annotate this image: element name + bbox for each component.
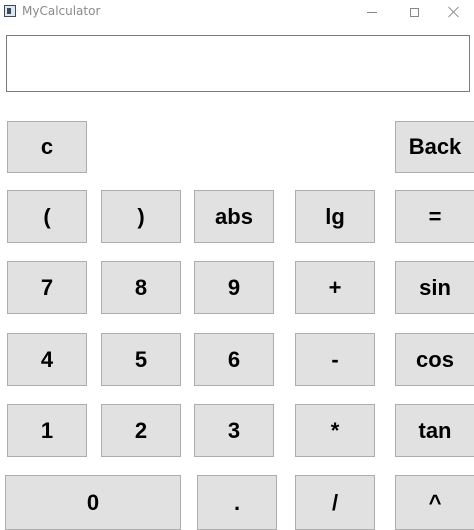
minimize-button[interactable] [352,0,392,24]
two-button[interactable]: 2 [101,404,181,457]
close-paren-button[interactable]: ) [101,190,181,243]
eight-button[interactable]: 8 [101,261,181,314]
divide-button[interactable]: / [295,475,375,530]
zero-button[interactable]: 0 [5,475,181,530]
maximize-button[interactable] [394,0,434,24]
open-paren-button[interactable]: ( [7,190,87,243]
minus-button[interactable]: - [295,333,375,386]
multiply-button[interactable]: * [295,404,375,457]
cos-button[interactable]: cos [395,333,474,386]
power-button[interactable]: ^ [395,475,474,530]
seven-button[interactable]: 7 [7,261,87,314]
minimize-icon [367,12,377,13]
window-title: MyCalculator [22,4,101,18]
nine-button[interactable]: 9 [194,261,274,314]
decimal-point-button[interactable]: . [197,475,277,530]
app-icon [4,5,16,17]
tan-button[interactable]: tan [395,404,474,457]
abs-button[interactable]: abs [194,190,274,243]
close-button[interactable] [434,0,474,24]
one-button[interactable]: 1 [7,404,87,457]
title-bar[interactable]: MyCalculator [0,0,474,24]
three-button[interactable]: 3 [194,404,274,457]
equals-button[interactable]: = [395,190,474,243]
six-button[interactable]: 6 [194,333,274,386]
sin-button[interactable]: sin [395,261,474,314]
close-icon [448,6,460,18]
back-button[interactable]: Back [395,121,474,173]
lg-button[interactable]: lg [295,190,375,243]
calculator-display[interactable] [6,35,470,92]
clear-button[interactable]: c [7,121,87,173]
plus-button[interactable]: + [295,261,375,314]
five-button[interactable]: 5 [101,333,181,386]
four-button[interactable]: 4 [7,333,87,386]
maximize-icon [409,7,419,17]
